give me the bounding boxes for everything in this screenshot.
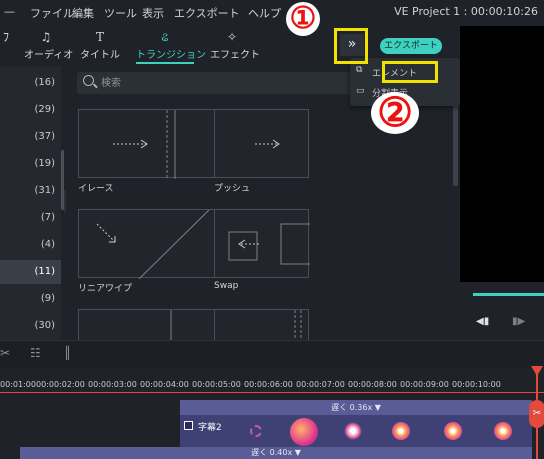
project-title: VE Project 1 : 00:00:10:26 bbox=[394, 5, 538, 18]
clip-speed-header[interactable]: 遅く 0.36x ▼ bbox=[180, 400, 532, 415]
partial-icon: ﾌ bbox=[2, 30, 9, 44]
category-item-selected[interactable]: (11) bbox=[0, 260, 61, 284]
ruler-tick-label: 00:00:06:00 bbox=[244, 380, 293, 389]
swap-preview-icon bbox=[228, 223, 328, 265]
adjust-icon[interactable]: ☷ bbox=[30, 346, 41, 360]
audio-wave-icon[interactable]: ║ bbox=[64, 346, 71, 360]
playhead-scissors-icon[interactable]: ✂ bbox=[529, 400, 544, 428]
menu-export[interactable]: エクスポート bbox=[174, 5, 240, 21]
annotation-step-1: ① bbox=[286, 2, 320, 36]
transition-thumb-erase[interactable] bbox=[78, 109, 228, 179]
category-item[interactable]: (9) bbox=[0, 287, 61, 311]
subtitle-clip[interactable]: 遅く 0.36x ▼ 字幕2 bbox=[180, 400, 532, 447]
preview-controls: ◀▮ ▮▶ bbox=[460, 282, 544, 340]
menu-file[interactable]: ファイル bbox=[30, 5, 74, 21]
tab-titles[interactable]: T タイトル bbox=[80, 26, 120, 66]
clip-type-icon bbox=[184, 421, 193, 430]
timeline-toolbar: ✂ ☷ ║ bbox=[0, 340, 544, 368]
tab-partial[interactable]: ﾌ bbox=[0, 26, 12, 66]
tab-titles-label: タイトル bbox=[80, 50, 120, 61]
clip-frame-icon bbox=[344, 422, 362, 440]
category-item[interactable]: (7) bbox=[0, 206, 61, 230]
category-item[interactable]: (31) bbox=[0, 179, 61, 203]
clip-frame-icon bbox=[494, 422, 512, 440]
category-item[interactable]: (4) bbox=[0, 233, 61, 257]
transition-label-swap: Swap bbox=[214, 281, 239, 291]
clip-frame-icon bbox=[444, 422, 462, 440]
export-button[interactable]: エクスポート bbox=[380, 38, 442, 54]
menu-tools[interactable]: ツール bbox=[104, 5, 137, 21]
sparkle-icon: ✧ bbox=[226, 30, 238, 44]
highlight-box-element-item bbox=[382, 61, 438, 83]
element-icon: ⧉ bbox=[356, 65, 363, 75]
app-window: — ファイル 編集 ツール 表示 エクスポート ヘルプ VE Project 1… bbox=[0, 0, 544, 459]
ruler-tick-label: 00:00:05:00 bbox=[192, 380, 241, 389]
ruler-tick-label: 00:00:07:00 bbox=[296, 380, 345, 389]
tab-transitions[interactable]: ଌ トランジション bbox=[136, 26, 206, 66]
ruler-tick-label: 00:00:08:00 bbox=[348, 380, 397, 389]
grid-scrollbar[interactable] bbox=[453, 96, 458, 186]
menu-help[interactable]: ヘルプ bbox=[248, 5, 281, 21]
timeline-ruler[interactable]: 00:01:00 00:00:02:00 00:00:03:00 00:00:0… bbox=[0, 368, 544, 400]
transition-label-push: プッシュ bbox=[214, 184, 251, 194]
clip-frame-icon bbox=[392, 422, 410, 440]
transition-thumb-partial[interactable] bbox=[78, 309, 228, 345]
tab-effects-label: エフェクト bbox=[210, 50, 260, 61]
tab-audio[interactable]: ♫ オーディオ bbox=[24, 26, 74, 66]
tab-audio-label: オーディオ bbox=[24, 50, 74, 61]
tab-effects[interactable]: ✧ エフェクト bbox=[210, 26, 260, 66]
transition-label-linear-wipe: リニアワイプ bbox=[78, 284, 133, 294]
transition-label-erase: イレース bbox=[78, 184, 114, 194]
category-item[interactable]: (19) bbox=[0, 152, 61, 176]
split-screen-icon: ▭ bbox=[356, 86, 365, 96]
text-t-icon: T bbox=[95, 30, 104, 44]
transition-thumb-push[interactable] bbox=[214, 109, 309, 178]
transition-thumb-linear-wipe[interactable] bbox=[78, 209, 228, 280]
menubar-left-stub: — bbox=[4, 5, 15, 18]
ruler-tick-label: 00:00:04:00 bbox=[140, 380, 189, 389]
menu-view[interactable]: 表示 bbox=[142, 5, 164, 21]
clip-frame-icon bbox=[290, 418, 318, 446]
category-item[interactable]: (29) bbox=[0, 98, 61, 122]
category-item[interactable]: (30) bbox=[0, 314, 61, 338]
ruler-tick-label: 00:00:10:00 bbox=[452, 380, 501, 389]
ruler-tick-label: 00:00:09:00 bbox=[400, 380, 449, 389]
tab-transitions-label: トランジション bbox=[136, 50, 206, 61]
ruler-tick-label: 00:01:00 bbox=[0, 380, 36, 389]
step-back-icon[interactable]: ◀▮ bbox=[476, 316, 489, 327]
ruler-tick-label: 00:00:02:00 bbox=[36, 380, 85, 389]
highlight-box-more-button bbox=[334, 28, 368, 64]
transition-thumb-swap[interactable] bbox=[214, 209, 328, 278]
transition-icon: ଌ bbox=[161, 30, 169, 44]
search-icon bbox=[83, 75, 94, 86]
play-icon[interactable]: ▮▶ bbox=[512, 316, 525, 327]
clip-label: 字幕2 bbox=[198, 423, 222, 433]
erase-preview-icon bbox=[113, 110, 176, 179]
annotation-step-2: ② bbox=[371, 92, 419, 134]
linear-wipe-preview-icon bbox=[96, 209, 210, 280]
transition-thumb-partial[interactable] bbox=[214, 309, 309, 345]
clip-frame-icon bbox=[250, 425, 262, 437]
preview-screen bbox=[460, 26, 544, 282]
push-preview-icon bbox=[255, 139, 280, 149]
video-clip-header[interactable]: 遅く 0.40x ▼ bbox=[20, 447, 532, 459]
music-note-icon: ♫ bbox=[40, 30, 52, 44]
preview-progress-bar[interactable] bbox=[473, 293, 544, 296]
category-item[interactable]: (37) bbox=[0, 125, 61, 149]
menubar: — ファイル 編集 ツール 表示 エクスポート ヘルプ VE Project 1… bbox=[0, 0, 544, 26]
menu-edit[interactable]: 編集 bbox=[72, 5, 94, 21]
category-item[interactable]: (16) bbox=[0, 71, 61, 95]
scissors-icon[interactable]: ✂ bbox=[0, 346, 10, 360]
category-list: (16) (29) (37) (19) (31) (7) (4) (11) (9… bbox=[0, 66, 61, 340]
ruler-baseline bbox=[0, 392, 544, 393]
ruler-tick-label: 00:00:03:00 bbox=[88, 380, 137, 389]
